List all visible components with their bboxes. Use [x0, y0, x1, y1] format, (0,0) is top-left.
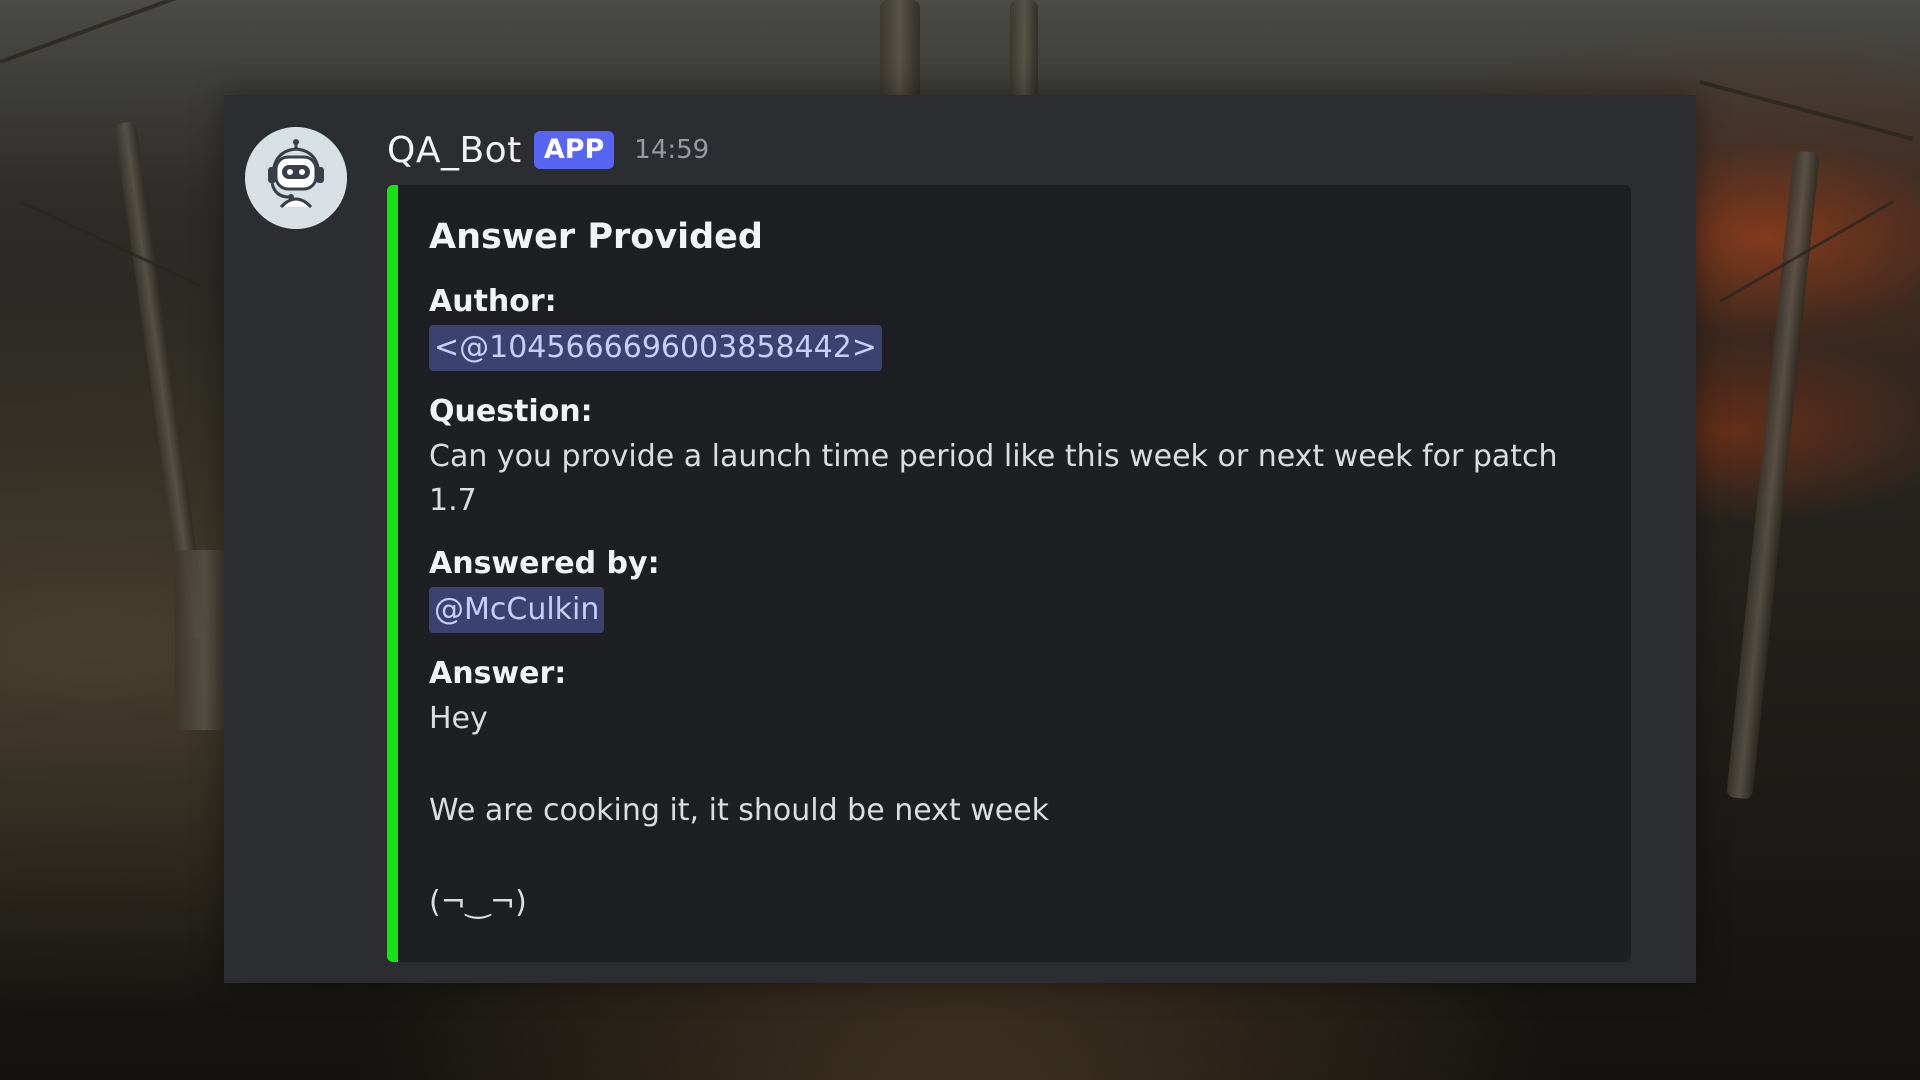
- author-mention[interactable]: <@1045666696003858442>: [429, 325, 882, 371]
- app-badge: APP: [533, 131, 615, 169]
- bot-username[interactable]: QA_Bot: [387, 130, 522, 171]
- question-field-value: Can you provide a launch time period lik…: [429, 439, 1558, 518]
- answer-blank-line: [429, 833, 1611, 881]
- answered-by-field-value: @McCulkin: [429, 587, 1611, 633]
- answer-line-emoticon: (¬‿¬): [429, 885, 527, 920]
- answer-line-greeting: Hey: [429, 701, 488, 736]
- answered-by-mention[interactable]: @McCulkin: [429, 587, 605, 633]
- message-panel: QA_Bot APP 14:59 Answer Provided Author:…: [224, 95, 1696, 983]
- answer-embed: Answer Provided Author: <@10456666960038…: [387, 185, 1631, 962]
- embed-content: Answer Provided Author: <@10456666960038…: [429, 215, 1611, 947]
- answer-line-body: We are cooking it, it should be next wee…: [429, 793, 1050, 828]
- author-field-name: Author:: [429, 284, 557, 319]
- message-header: QA_Bot APP 14:59: [387, 125, 709, 175]
- answer-field-name: Answer:: [429, 656, 567, 691]
- answer-blank-line: [429, 741, 1611, 789]
- message-timestamp[interactable]: 14:59: [634, 135, 709, 165]
- question-field-name: Question:: [429, 394, 593, 429]
- bot-avatar[interactable]: [245, 127, 347, 229]
- embed-title: Answer Provided: [429, 217, 763, 257]
- author-field-value: <@1045666696003858442>: [429, 325, 1611, 371]
- answered-by-field-name: Answered by:: [429, 546, 660, 581]
- answer-field-value: Hey We are cooking it, it should be next…: [429, 697, 1611, 925]
- embed-accent-bar: [387, 185, 398, 962]
- robot-headset-icon: [245, 127, 347, 229]
